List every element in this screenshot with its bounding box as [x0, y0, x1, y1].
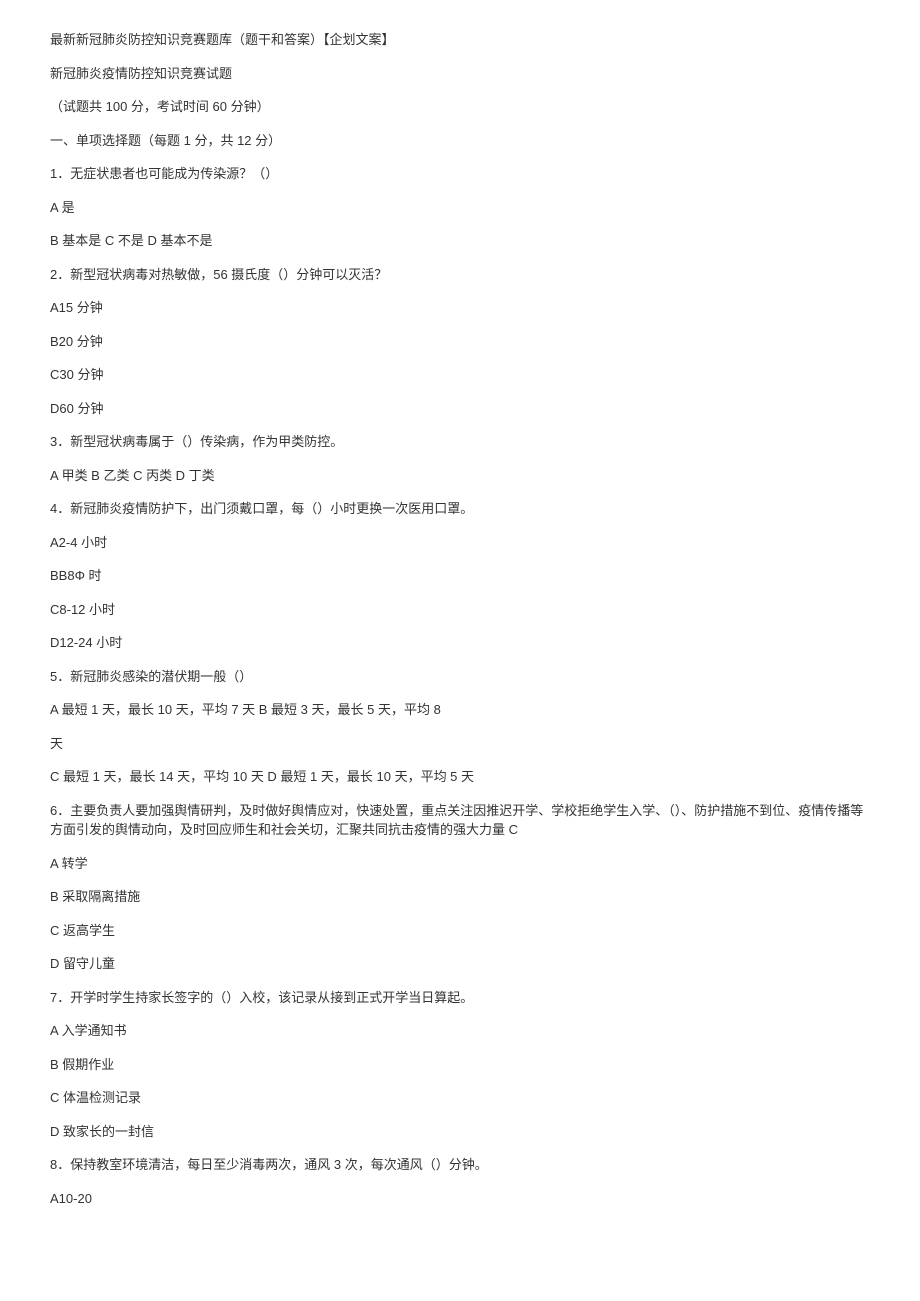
- question-text: ．无症状患者也可能成为传染源？（）: [57, 166, 278, 181]
- option-a: A 入学通知书: [50, 1021, 870, 1041]
- option-b: B 假期作业: [50, 1055, 870, 1075]
- option-a: A 转学: [50, 854, 870, 874]
- option-c: C8-12 小时: [50, 600, 870, 620]
- question-4: 4．新冠肺炎疫情防护下，出门须戴口罩，每（）小时更换一次医用口罩。: [50, 499, 870, 519]
- document-subtitle: 新冠肺炎疫情防控知识竞赛试题: [50, 64, 870, 84]
- option-line1: A 最短 1 天，最长 10 天，平均 7 天 B 最短 3 天，最长 5 天，…: [50, 700, 870, 720]
- option-a: A 是: [50, 198, 870, 218]
- question-2: 2．新型冠状病毒对热敏做，56 摄氏度（）分钟可以灭活？: [50, 265, 870, 285]
- option-a: A10-20: [50, 1189, 870, 1209]
- option-c: C 返高学生: [50, 921, 870, 941]
- question-1: 1．无症状患者也可能成为传染源？（）: [50, 164, 870, 184]
- option-d: D60 分钟: [50, 399, 870, 419]
- option-a: A15 分钟: [50, 298, 870, 318]
- question-text: ．新冠肺炎疫情防护下，出门须戴口罩，每（）小时更换一次医用口罩。: [57, 501, 473, 516]
- exam-info: （试题共 100 分，考试时间 60 分钟）: [50, 97, 870, 117]
- question-text: ．主要负责人要加强舆情研判，及时做好舆情应对，快速处置，重点关注因推迟开学、学校…: [50, 803, 863, 838]
- section-header: 一、单项选择题（每题 1 分，共 12 分）: [50, 131, 870, 151]
- option-c: C 体温检测记录: [50, 1088, 870, 1108]
- question-6: 6．主要负责人要加强舆情研判，及时做好舆情应对，快速处置，重点关注因推迟开学、学…: [50, 801, 870, 840]
- option-d: D12-24 小时: [50, 633, 870, 653]
- question-5: 5．新冠肺炎感染的潜伏期一般（）: [50, 667, 870, 687]
- option-b: BB8Φ 时: [50, 566, 870, 586]
- option-c: C30 分钟: [50, 365, 870, 385]
- option-d: D 留守儿童: [50, 954, 870, 974]
- options-abcd: A 甲类 B 乙类 C 丙类 D 丁类: [50, 466, 870, 486]
- option-d: D 致家长的一封信: [50, 1122, 870, 1142]
- question-text: ．开学时学生持家长签字的（）入校，该记录从接到正式开学当日算起。: [57, 990, 473, 1005]
- question-text: ．新冠肺炎感染的潜伏期一般（）: [57, 669, 252, 684]
- option-line2: 天: [50, 734, 870, 754]
- question-7: 7．开学时学生持家长签字的（）入校，该记录从接到正式开学当日算起。: [50, 988, 870, 1008]
- question-text: ．新型冠状病毒对热敏做，56 摄氏度（）分钟可以灭活？: [57, 267, 387, 282]
- option-line3: C 最短 1 天，最长 14 天，平均 10 天 D 最短 1 天，最长 10 …: [50, 767, 870, 787]
- option-b: B20 分钟: [50, 332, 870, 352]
- option-b: B 采取隔离措施: [50, 887, 870, 907]
- document-title: 最新新冠肺炎防控知识竞赛题库（题干和答案）【企划文案】: [50, 30, 870, 50]
- question-text: ．新型冠状病毒属于（）传染病，作为甲类防控。: [57, 434, 343, 449]
- question-text: ．保持教室环境清洁，每日至少消毒两次，通风 3 次，每次通风（）分钟。: [57, 1157, 487, 1172]
- question-3: 3．新型冠状病毒属于（）传染病，作为甲类防控。: [50, 432, 870, 452]
- option-bcd: B 基本是 C 不是 D 基本不是: [50, 231, 870, 251]
- question-8: 8．保持教室环境清洁，每日至少消毒两次，通风 3 次，每次通风（）分钟。: [50, 1155, 870, 1175]
- option-a: A2-4 小时: [50, 533, 870, 553]
